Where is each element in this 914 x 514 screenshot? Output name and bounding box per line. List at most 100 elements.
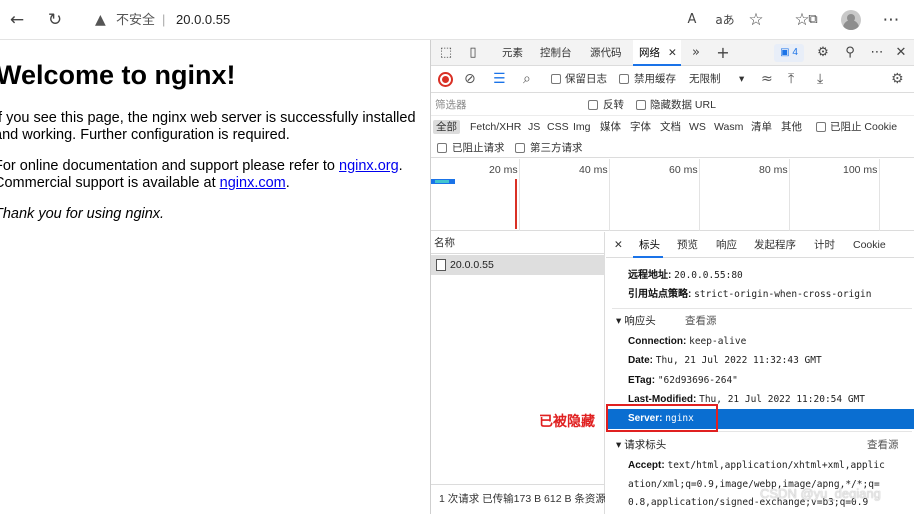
response-headers-toggle[interactable]: ▾ 响应头 xyxy=(616,314,656,328)
type-ws[interactable]: WS xyxy=(689,120,706,134)
throttle-select[interactable]: 无限制 xyxy=(689,73,721,86)
close-detail-icon[interactable]: ✕ xyxy=(614,238,623,252)
request-name: 20.0.0.55 xyxy=(450,259,494,271)
tab-sources[interactable]: 源代码 xyxy=(590,46,622,60)
connection-key: Connection: xyxy=(628,336,687,347)
more-tabs-icon[interactable]: » xyxy=(687,44,705,62)
favorite-add-icon[interactable]: ☆ xyxy=(745,9,767,31)
network-timeline[interactable]: 20 ms 40 ms 60 ms 80 ms 100 ms xyxy=(431,159,914,231)
import-har-icon[interactable]: ⤒ xyxy=(788,71,794,88)
etag-row: ETag: "62d93696-264" xyxy=(628,374,738,388)
resource-type-filters: 全部 Fetch/XHR JS CSS Img 媒体 字体 文档 WS Wasm… xyxy=(431,117,914,137)
device-toolbar-icon[interactable]: ▯ xyxy=(464,44,482,62)
page-content: Welcome to nginx! If you see this page, … xyxy=(0,40,430,514)
type-css[interactable]: CSS xyxy=(547,120,569,134)
filter-input[interactable]: 筛选器 xyxy=(431,96,579,114)
address-separator: | xyxy=(162,12,166,27)
tab-headers[interactable]: 标头 xyxy=(639,238,660,252)
close-devtools-icon[interactable]: ✕ xyxy=(892,44,910,62)
nginx-com-link[interactable]: nginx.com xyxy=(220,175,286,191)
issues-count: 4 xyxy=(792,47,798,58)
filter-icon[interactable]: ☰ xyxy=(493,71,506,88)
inspect-icon[interactable]: ⬚ xyxy=(437,44,455,62)
nginx-org-link[interactable]: nginx.org xyxy=(339,158,399,174)
type-manifest[interactable]: 清单 xyxy=(751,120,772,134)
highlight-box xyxy=(606,404,718,432)
connection-value: keep-alive xyxy=(689,336,747,347)
translate-icon[interactable]: aあ xyxy=(714,9,736,31)
type-img[interactable]: Img xyxy=(573,120,591,134)
security-label[interactable]: 不安全 xyxy=(116,11,155,29)
tab-console[interactable]: 控制台 xyxy=(540,46,572,60)
request-detail-panel: ✕ 标头 预览 响应 发起程序 计时 Cookie 远程地址: 20.0.0.5… xyxy=(606,232,914,514)
preserve-log-label: 保留日志 xyxy=(565,73,607,85)
name-column-header[interactable]: 名称 xyxy=(431,232,605,254)
type-all[interactable]: 全部 xyxy=(433,120,460,134)
add-tab-icon[interactable]: + xyxy=(714,44,732,62)
tab-cookies[interactable]: Cookie xyxy=(853,238,886,252)
request-view-source[interactable]: 查看源 xyxy=(867,438,899,452)
type-media[interactable]: 媒体 xyxy=(600,120,621,134)
search-icon[interactable]: ⌕ xyxy=(523,71,531,88)
tab-network[interactable]: 网络 xyxy=(639,46,660,60)
tab-timing[interactable]: 计时 xyxy=(814,238,835,252)
blocked-cookies-checkbox[interactable] xyxy=(816,122,826,132)
request-row[interactable]: 20.0.0.55 xyxy=(431,255,605,275)
clear-icon[interactable]: ⊘ xyxy=(464,71,476,88)
record-button[interactable] xyxy=(438,72,453,87)
docs-paragraph: For online documentation and support ple… xyxy=(0,158,430,192)
address-bar[interactable]: 20.0.0.55 xyxy=(176,11,230,29)
timeline-gridline xyxy=(609,159,610,231)
type-fetch-xhr[interactable]: Fetch/XHR xyxy=(470,120,521,134)
accept-row: Accept: text/html,application/xhtml+xml,… xyxy=(628,459,885,473)
chevron-down-icon[interactable]: ▾ xyxy=(739,73,744,86)
last-modified-value: Thu, 21 Jul 2022 11:20:54 GMT xyxy=(699,394,865,405)
response-view-source[interactable]: 查看源 xyxy=(685,314,717,328)
disable-cache-checkbox[interactable] xyxy=(619,74,629,84)
preserve-log-checkbox[interactable] xyxy=(551,74,561,84)
disable-cache-label: 禁用缓存 xyxy=(634,73,676,85)
invert-label: 反转 xyxy=(603,99,624,111)
type-other[interactable]: 其他 xyxy=(781,120,802,134)
request-headers-toggle[interactable]: ▾ 请求标头 xyxy=(616,438,666,452)
type-font[interactable]: 字体 xyxy=(630,120,651,134)
network-settings-icon[interactable]: ⚙ xyxy=(891,71,904,88)
warning-icon[interactable]: ▲ xyxy=(95,11,106,29)
timeline-label: 20 ms xyxy=(489,164,518,176)
read-aloud-icon[interactable]: A xyxy=(681,9,703,31)
hide-data-urls-checkbox[interactable] xyxy=(636,100,646,110)
tab-elements[interactable]: 元素 xyxy=(502,46,523,60)
refresh-icon[interactable]: ↻ xyxy=(44,9,66,31)
timeline-label: 80 ms xyxy=(759,164,788,176)
issues-badge[interactable]: ▣ 4 xyxy=(774,44,804,62)
collections-icon[interactable]: ⧉ xyxy=(802,9,824,31)
etag-value: "62d93696-264" xyxy=(657,375,738,386)
tab-response[interactable]: 响应 xyxy=(716,238,737,252)
timeline-label: 100 ms xyxy=(843,164,878,176)
tab-initiator[interactable]: 发起程序 xyxy=(754,238,796,252)
type-doc[interactable]: 文档 xyxy=(660,120,681,134)
close-network-tab-icon[interactable]: ✕ xyxy=(668,46,677,60)
settings-gear-icon[interactable]: ⚙ xyxy=(814,44,832,62)
thanks-paragraph: Thank you for using nginx. xyxy=(0,206,165,222)
more-menu-icon[interactable]: ⋯ xyxy=(880,9,902,31)
devtools-more-icon[interactable]: ⋯ xyxy=(868,44,886,62)
blocked-requests-checkbox[interactable] xyxy=(437,143,447,153)
tab-preview[interactable]: 预览 xyxy=(677,238,698,252)
date-row: Date: Thu, 21 Jul 2022 11:32:43 GMT xyxy=(628,354,822,368)
type-wasm[interactable]: Wasm xyxy=(714,120,743,134)
type-js[interactable]: JS xyxy=(528,120,540,134)
docs-text-3: . xyxy=(285,175,290,191)
page-heading: Welcome to nginx! xyxy=(0,60,236,90)
customize-icon[interactable]: ⚲ xyxy=(841,44,859,62)
invert-checkbox[interactable] xyxy=(588,100,598,110)
network-status-bar: 1 次请求 已传输173 B 612 B 条资源 xyxy=(431,484,605,514)
export-har-icon[interactable]: ⤓ xyxy=(817,71,823,88)
network-conditions-icon[interactable]: ≈ xyxy=(761,71,773,88)
back-arrow-icon[interactable]: ← xyxy=(6,9,28,31)
timeline-label: 60 ms xyxy=(669,164,698,176)
browser-toolbar: ← ↻ ▲ 不安全 | 20.0.0.55 A aあ ☆ ☆ ⧉ ⋯ xyxy=(0,0,914,40)
profile-avatar[interactable] xyxy=(841,10,861,30)
blocked-filters-row: 已阻止请求 第三方请求 xyxy=(431,138,914,158)
third-party-checkbox[interactable] xyxy=(515,143,525,153)
